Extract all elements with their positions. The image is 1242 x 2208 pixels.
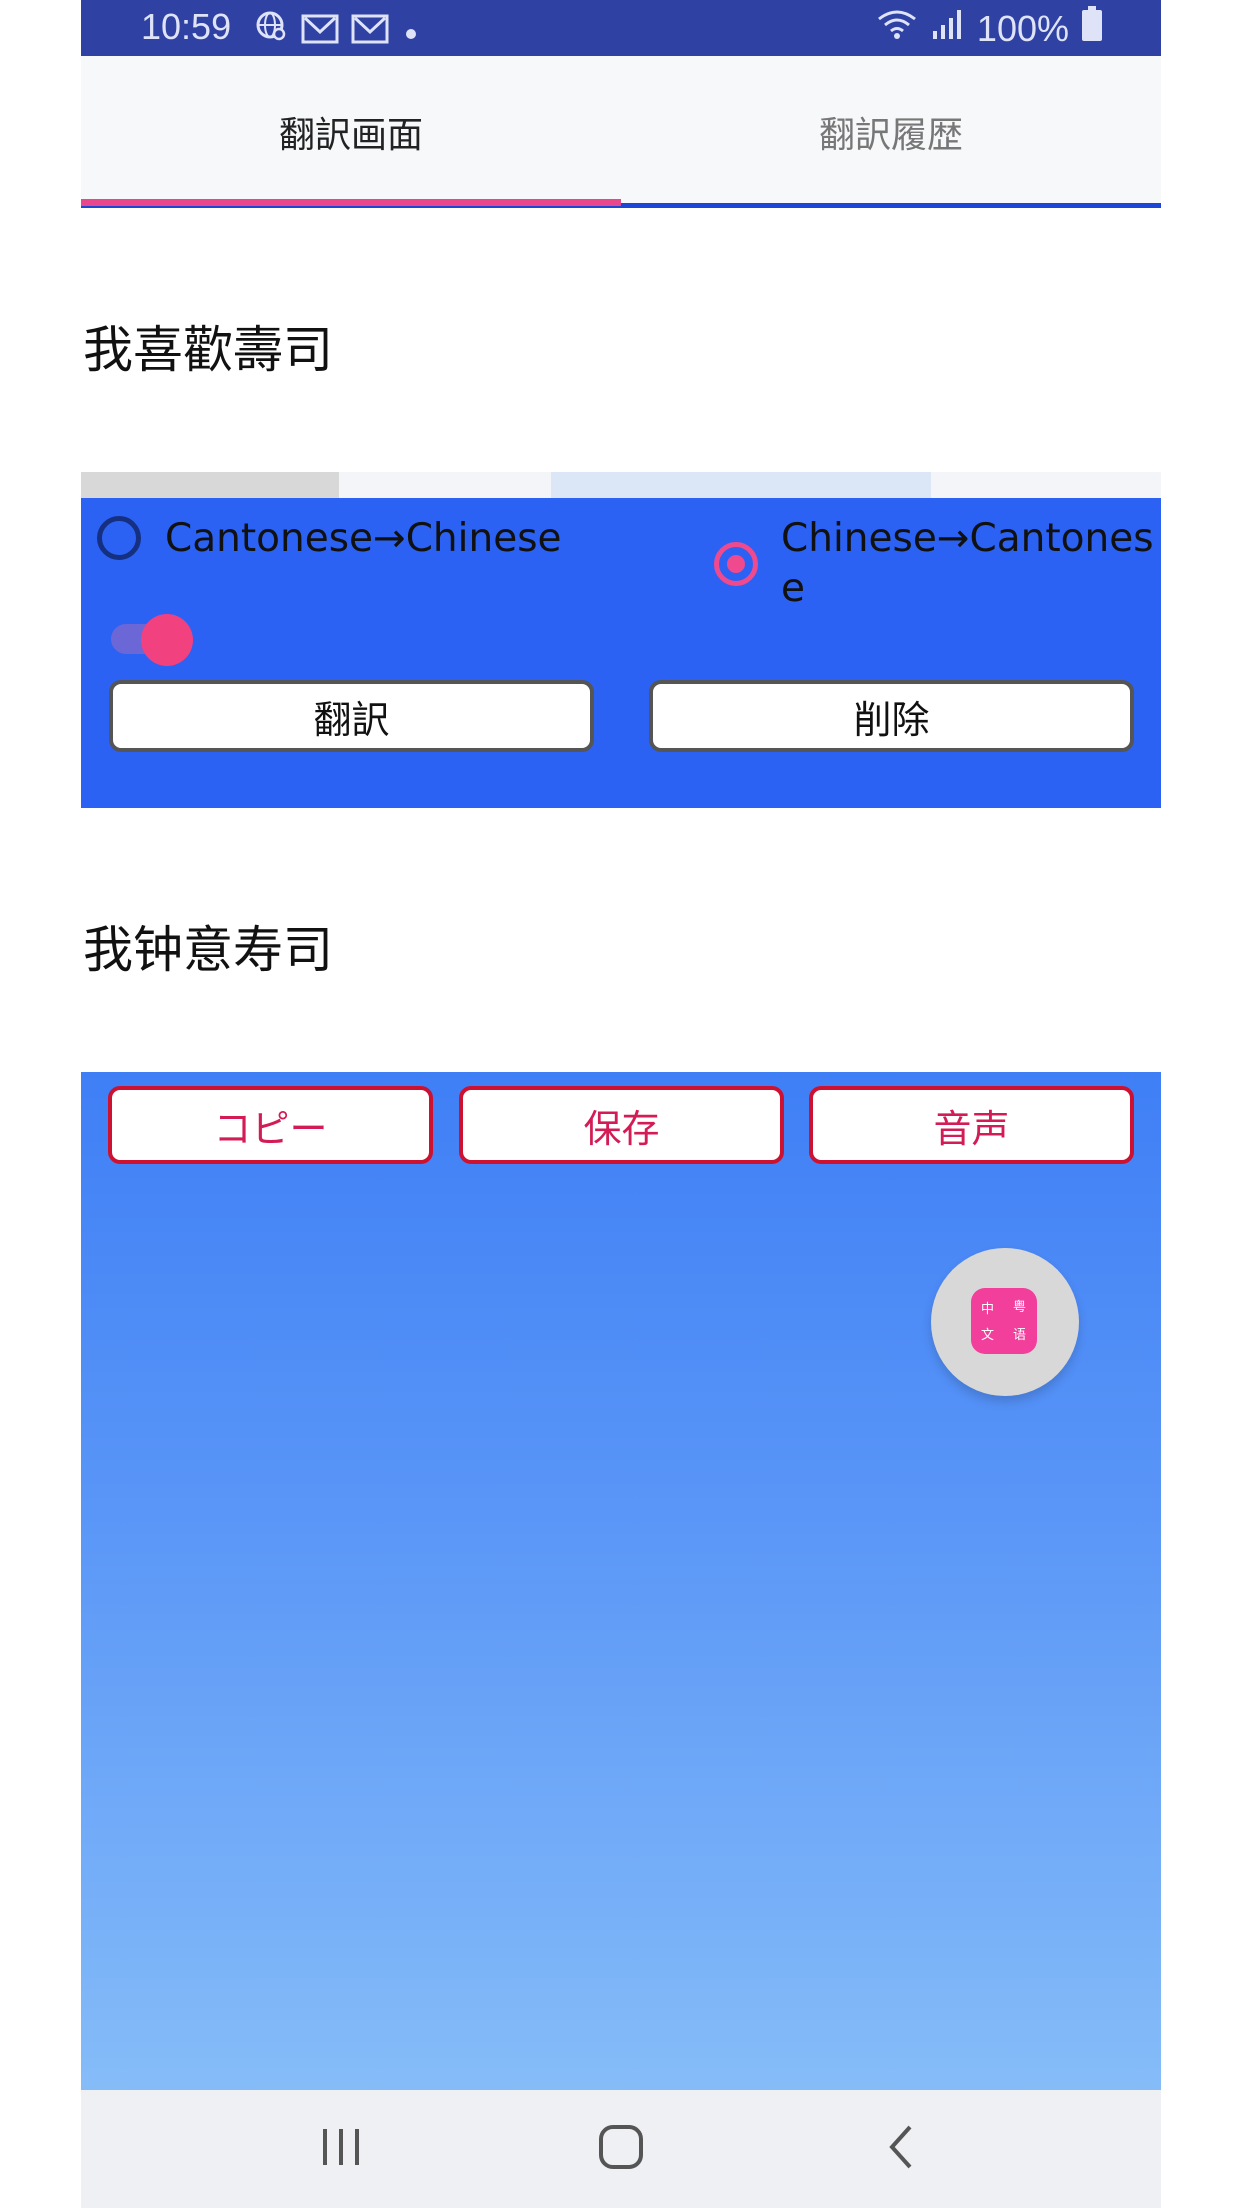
- logo-char: 粤: [1013, 1300, 1027, 1315]
- output-text: 我钟意寿司: [83, 921, 333, 979]
- back-button[interactable]: [821, 2090, 981, 2208]
- tab-history-label: 翻訳履歴: [818, 115, 963, 156]
- tab-active-indicator: [81, 199, 621, 206]
- home-button[interactable]: [541, 2090, 701, 2208]
- toggle-knob[interactable]: [141, 614, 193, 666]
- recents-icon: [319, 2127, 363, 2171]
- globe-search-icon: [255, 10, 289, 53]
- tab-translate-history[interactable]: 翻訳履歴: [621, 56, 1161, 208]
- battery-text: 100%: [976, 7, 1069, 49]
- delete-button[interactable]: 削除: [649, 680, 1134, 752]
- output-panel: コピー 保存 音声 中 粤 文 语: [81, 1072, 1161, 2090]
- radio-cantonese-to-chinese-label[interactable]: Cantonese→Chinese: [165, 514, 562, 564]
- battery-icon: [1081, 6, 1103, 51]
- home-icon: [598, 2124, 644, 2174]
- gmail-icon: [301, 11, 339, 53]
- system-nav-bar: [81, 2090, 1161, 2208]
- logo-char: 文: [981, 1328, 995, 1343]
- gmail-icon: [351, 11, 389, 53]
- recents-button[interactable]: [261, 2090, 421, 2208]
- radio-chinese-to-cantonese-label[interactable]: Chinese→Cantonese: [781, 514, 1161, 614]
- status-time: 10:59: [141, 6, 232, 47]
- copy-button[interactable]: コピー: [108, 1086, 433, 1164]
- logo-char: 中: [981, 1302, 995, 1317]
- input-text[interactable]: 我喜歡壽司: [83, 310, 333, 382]
- status-bar: 10:59 100%: [81, 0, 1161, 56]
- dot-icon: [401, 11, 421, 53]
- app-logo-icon: 中 粤 文 语: [971, 1288, 1037, 1354]
- background-image-strip: [81, 472, 1161, 498]
- translate-button[interactable]: 翻訳: [109, 680, 594, 752]
- radio-chinese-to-cantonese[interactable]: [714, 542, 758, 586]
- back-icon: [886, 2124, 916, 2174]
- logo-char: 语: [1013, 1328, 1027, 1343]
- wifi-icon: [875, 7, 919, 50]
- tab-translate-label: 翻訳画面: [278, 115, 423, 156]
- save-button[interactable]: 保存: [459, 1086, 784, 1164]
- floating-action-button[interactable]: 中 粤 文 语: [931, 1248, 1079, 1396]
- radio-cantonese-to-chinese[interactable]: [97, 516, 141, 560]
- control-panel: Cantonese→Chinese Chinese→Cantonese 翻訳 削…: [81, 498, 1161, 808]
- voice-button[interactable]: 音声: [809, 1086, 1134, 1164]
- tab-translate-screen[interactable]: 翻訳画面: [81, 56, 621, 208]
- signal-icon: [931, 7, 965, 50]
- radio-selected-dot: [727, 555, 745, 573]
- tab-bar: 翻訳画面 翻訳履歴: [81, 56, 1161, 208]
